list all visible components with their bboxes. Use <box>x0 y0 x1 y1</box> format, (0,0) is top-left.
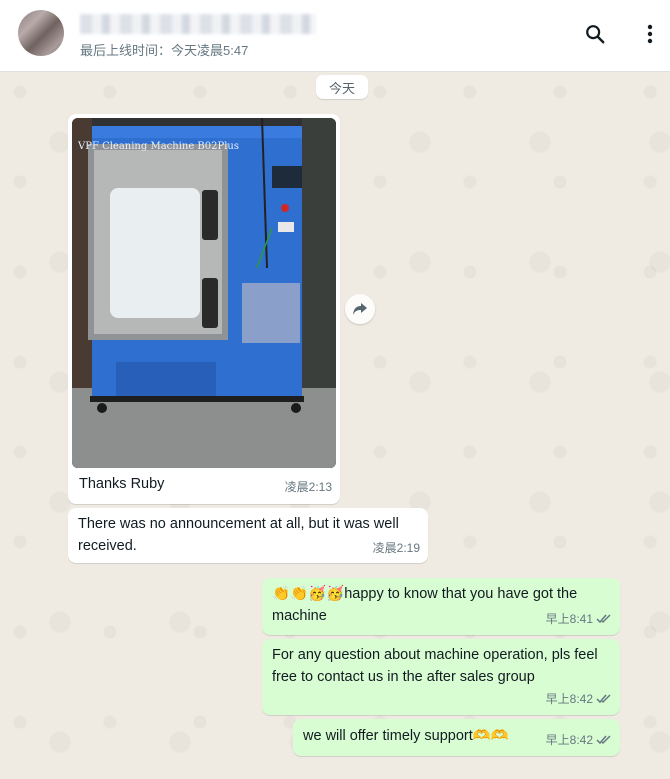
incoming-message[interactable]: There was no announcement at all, but it… <box>68 508 428 563</box>
message-text: we will offer timely support🫶🫶 <box>303 725 509 747</box>
image-message-bubble[interactable]: VPF Cleaning Machine B02Plus Thanks Ruby… <box>68 114 340 504</box>
machine-photo[interactable]: VPF Cleaning Machine B02Plus <box>72 118 336 468</box>
forward-icon[interactable] <box>345 294 375 324</box>
message-time: 早上8:41 <box>545 612 593 627</box>
outgoing-message[interactable]: 👏👏🥳🥳happy to know that you have got the … <box>262 578 620 635</box>
outgoing-message[interactable]: we will offer timely support🫶🫶 早上8:42 <box>293 719 620 756</box>
last-seen-status: 最后上线时间：今天凌晨5:47 <box>80 43 249 58</box>
message-time: 早上8:42 <box>545 692 593 707</box>
date-divider: 今天 <box>316 75 368 99</box>
contact-avatar[interactable] <box>18 10 64 56</box>
message-text: There was no announcement at all, but it… <box>78 516 399 554</box>
message-meta: 早上8:42 <box>546 688 612 711</box>
message-meta: 早上8:42 <box>546 729 612 752</box>
clapping-party-emoji: 👏👏🥳🥳 <box>272 586 345 602</box>
more-vertical-icon[interactable] <box>636 20 664 48</box>
read-ticks-icon <box>596 730 612 752</box>
read-ticks-icon <box>596 609 612 631</box>
image-caption: Thanks Ruby <box>79 476 165 492</box>
heart-hands-emoji: 🫶🫶 <box>472 728 509 744</box>
chat-area[interactable]: 今天 VPF Cleaning Machine B02Plus Thanks R… <box>0 72 670 779</box>
contact-name-redacted[interactable] <box>80 14 316 34</box>
message-meta: 早上8:41 <box>546 608 612 631</box>
message-text-body: we will offer timely support <box>303 728 473 744</box>
message-time: 早上8:42 <box>545 733 593 748</box>
message-time: 凌晨2:13 <box>284 480 332 494</box>
read-ticks-icon <box>596 689 612 711</box>
message-time: 凌晨2:19 <box>372 541 420 555</box>
message-text: For any question about machine operation… <box>272 647 598 685</box>
outgoing-message[interactable]: For any question about machine operation… <box>262 639 620 715</box>
search-icon[interactable] <box>581 20 609 48</box>
machine-label: VPF Cleaning Machine B02Plus <box>78 141 240 152</box>
chat-header: 最后上线时间：今天凌晨5:47 <box>0 0 670 72</box>
